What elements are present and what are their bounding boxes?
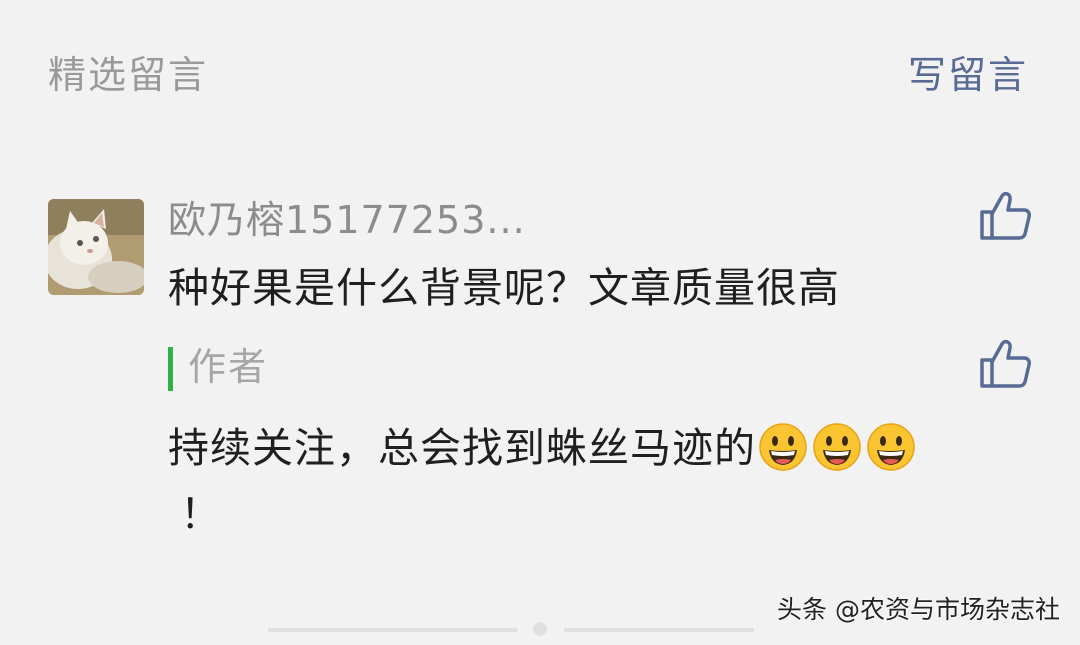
write-comment-button[interactable]: 写留言 xyxy=(908,56,1028,94)
grinning-face-icon xyxy=(759,423,807,471)
thumbs-up-icon[interactable] xyxy=(978,338,1032,390)
avatar[interactable] xyxy=(48,199,144,295)
reply-ending: ！ xyxy=(180,490,222,538)
reply-text: 持续关注，总会找到蛛丝马迹的 xyxy=(168,424,756,472)
reply-author-label: 作者 xyxy=(188,345,269,389)
divider-dot xyxy=(533,622,547,636)
reply-indicator-bar xyxy=(168,347,173,391)
reply-text-block: 持续关注，总会找到蛛丝马迹的 ！ xyxy=(168,415,968,547)
comment-text: 种好果是什么背景呢？文章质量很高 xyxy=(168,264,840,312)
grinning-face-icon xyxy=(813,423,861,471)
cat-avatar-image xyxy=(48,199,144,295)
divider-line xyxy=(564,628,754,632)
grinning-face-icon xyxy=(867,423,915,471)
page-title: 精选留言 xyxy=(48,53,209,97)
thumbs-up-icon[interactable] xyxy=(978,190,1032,242)
divider-line xyxy=(268,628,518,632)
comment-username: 欧乃榕15177253... xyxy=(168,198,526,242)
watermark: 头条 @农资与市场杂志社 xyxy=(777,595,1060,624)
